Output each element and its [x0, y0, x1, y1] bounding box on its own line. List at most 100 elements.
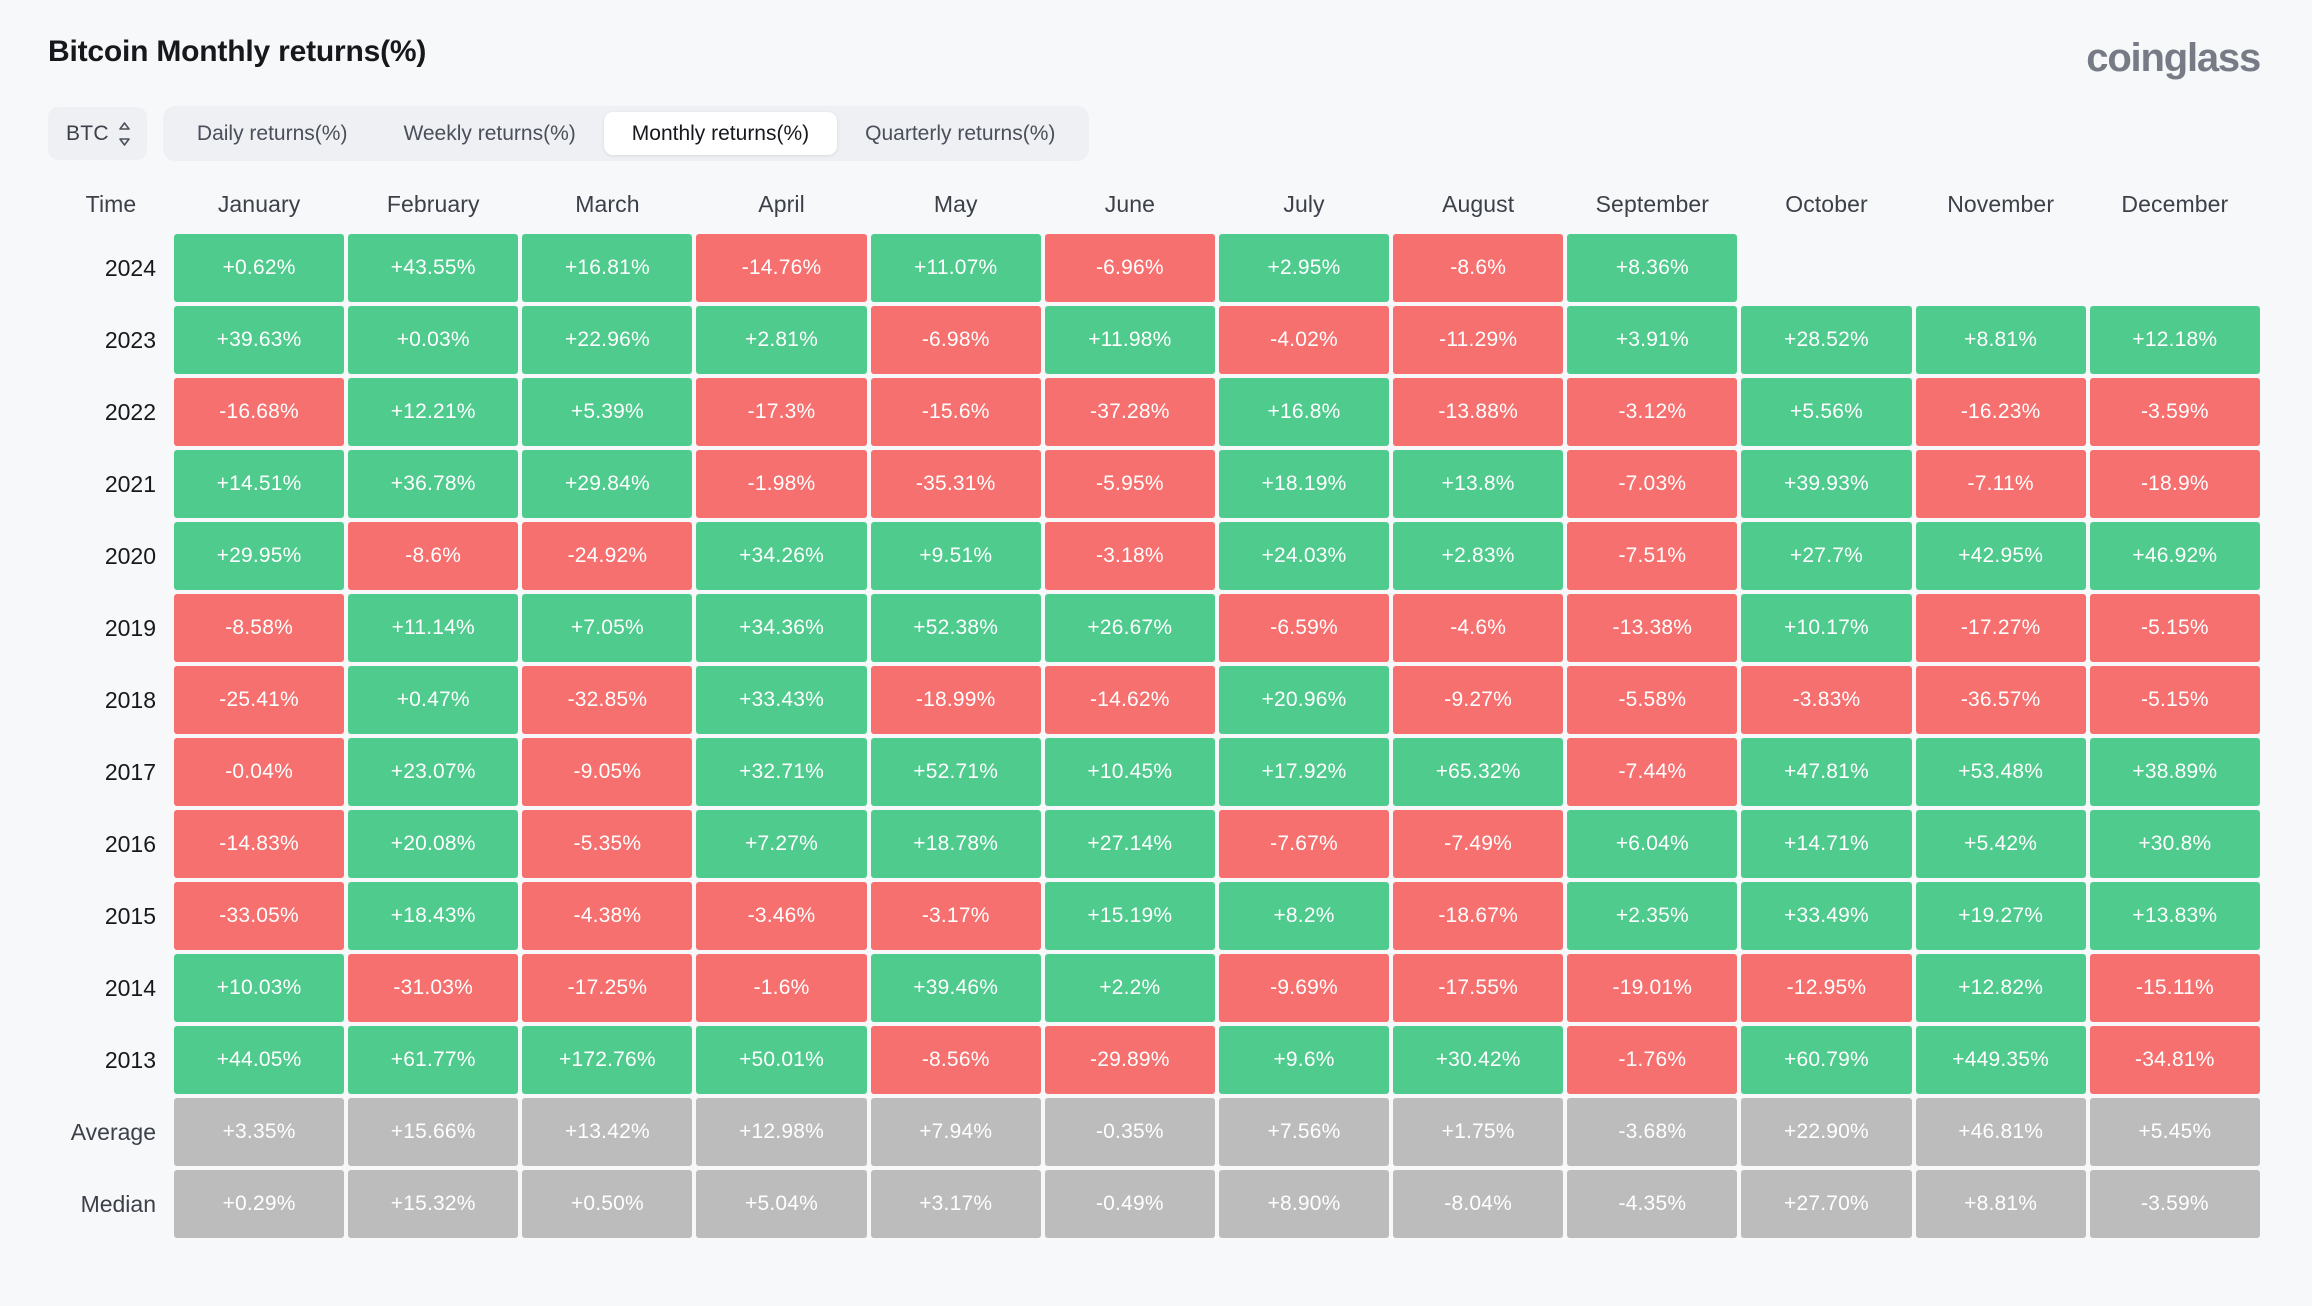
- return-cell: +11.98%: [1044, 306, 1215, 374]
- return-cell: +26.67%: [1044, 594, 1215, 662]
- row-label-stat: Median: [80, 1190, 156, 1217]
- return-cell: -15.11%: [2089, 954, 2260, 1022]
- return-cell: +5.45%: [2089, 1098, 2260, 1166]
- return-cell: +0.62%: [174, 234, 345, 302]
- row-label-year: 2022: [104, 398, 156, 425]
- return-cell-empty: [2090, 234, 2260, 302]
- symbol-selector[interactable]: BTC: [48, 107, 147, 160]
- column-header-january: January: [217, 191, 301, 217]
- return-cell: +16.8%: [1218, 378, 1390, 446]
- return-cell: -9.27%: [1393, 666, 1564, 734]
- return-cell: -15.6%: [870, 378, 1041, 446]
- return-cell: -17.55%: [1393, 954, 1564, 1022]
- return-cell: +14.71%: [1741, 810, 1912, 878]
- table-row: 2023 +39.63% +0.03% +22.96% +2.81% -6.98% +11.…: [52, 306, 2260, 374]
- column-header-october: October: [1785, 191, 1868, 217]
- returns-period-tabs: Daily returns(%) Weekly returns(%) Month…: [162, 106, 1090, 161]
- row-label-year: 2013: [104, 1046, 156, 1073]
- return-cell: -5.15%: [2089, 594, 2260, 662]
- return-cell: +29.95%: [174, 522, 345, 590]
- tab-weekly-returns[interactable]: Weekly returns(%): [375, 112, 603, 155]
- return-cell: +36.78%: [348, 450, 519, 518]
- return-cell: +5.39%: [522, 378, 693, 446]
- return-cell: +8.81%: [1915, 1170, 2086, 1238]
- return-cell: +19.27%: [1915, 882, 2086, 950]
- return-cell: +27.70%: [1741, 1170, 1912, 1238]
- return-cell: +0.03%: [348, 306, 519, 374]
- return-cell: -7.03%: [1567, 450, 1738, 518]
- return-cell: -7.11%: [1915, 450, 2086, 518]
- coinglass-logo: coinglass: [2086, 36, 2261, 80]
- return-cell: +5.04%: [696, 1170, 867, 1238]
- return-cell: -7.49%: [1393, 810, 1564, 878]
- return-cell: -16.68%: [174, 378, 345, 446]
- return-cell: +22.96%: [522, 306, 693, 374]
- return-cell: -8.6%: [1393, 234, 1564, 302]
- return-cell: +38.89%: [2089, 738, 2260, 806]
- return-cell: -3.59%: [2089, 378, 2260, 446]
- returns-table-container: Time January February March April May June July…: [48, 161, 2264, 1242]
- return-cell: +29.84%: [522, 450, 693, 518]
- return-cell: +3.17%: [870, 1170, 1041, 1238]
- return-cell: +14.51%: [174, 450, 345, 518]
- return-cell: +2.2%: [1044, 954, 1215, 1022]
- return-cell: -5.35%: [522, 810, 693, 878]
- table-row: 2015 -33.05% +18.43% -4.38% -3.46% -3.17% +15.…: [52, 882, 2260, 950]
- return-cell: +5.56%: [1741, 378, 1912, 446]
- bitcoin-monthly-returns-page: Bitcoin Monthly returns(%) coinglass BTC…: [0, 0, 2312, 1306]
- return-cell: -1.98%: [696, 450, 867, 518]
- return-cell: +11.07%: [870, 234, 1041, 302]
- column-header-may: May: [933, 191, 978, 217]
- return-cell: -3.83%: [1741, 666, 1912, 734]
- symbol-selector-label: BTC: [66, 121, 109, 145]
- return-cell: -17.27%: [1915, 594, 2086, 662]
- return-cell-empty: [1741, 234, 1911, 302]
- row-label-year: 2016: [104, 830, 156, 857]
- row-label-year: 2021: [104, 470, 156, 497]
- return-cell: -3.17%: [870, 882, 1041, 950]
- row-label-year: 2019: [104, 614, 156, 641]
- return-cell: -0.35%: [1044, 1098, 1215, 1166]
- return-cell: +47.81%: [1741, 738, 1912, 806]
- return-cell: -37.28%: [1044, 378, 1215, 446]
- page-title: Bitcoin Monthly returns(%): [48, 35, 427, 68]
- return-cell: +9.51%: [870, 522, 1041, 590]
- return-cell: -8.58%: [174, 594, 345, 662]
- table-row: 2022 -16.68% +12.21% +5.39% -17.3% -15.6% -37.…: [52, 378, 2260, 446]
- table-row: 2017 -0.04% +23.07% -9.05% +32.71% +52.71% +10…: [52, 738, 2260, 806]
- return-cell: +7.27%: [696, 810, 867, 878]
- return-cell: +33.49%: [1741, 882, 1912, 950]
- return-cell: +27.7%: [1741, 522, 1912, 590]
- return-cell: -9.05%: [522, 738, 693, 806]
- return-cell: +52.38%: [870, 594, 1041, 662]
- row-label-year: 2018: [104, 686, 156, 713]
- return-cell: +13.83%: [2089, 882, 2260, 950]
- return-cell: -14.83%: [174, 810, 345, 878]
- return-cell: +0.29%: [174, 1170, 345, 1238]
- return-cell: +2.95%: [1218, 234, 1390, 302]
- return-cell: -5.58%: [1567, 666, 1738, 734]
- return-cell: -6.96%: [1044, 234, 1215, 302]
- return-cell: -19.01%: [1567, 954, 1738, 1022]
- return-cell: -4.35%: [1567, 1170, 1738, 1238]
- return-cell: +39.63%: [174, 306, 345, 374]
- tab-quarterly-returns[interactable]: Quarterly returns(%): [837, 112, 1083, 155]
- return-cell: -18.99%: [870, 666, 1041, 734]
- return-cell: +449.35%: [1915, 1026, 2086, 1094]
- row-label-stat: Average: [70, 1118, 156, 1145]
- column-header-august: August: [1442, 191, 1515, 217]
- tab-monthly-returns[interactable]: Monthly returns(%): [603, 112, 838, 155]
- return-cell: -4.6%: [1393, 594, 1564, 662]
- return-cell: -6.98%: [870, 306, 1041, 374]
- return-cell: +15.32%: [348, 1170, 519, 1238]
- tab-daily-returns[interactable]: Daily returns(%): [169, 112, 376, 155]
- table-header-row: Time January February March April May June July…: [52, 183, 2260, 230]
- row-label-year: 2020: [104, 542, 156, 569]
- return-cell: +28.52%: [1741, 306, 1912, 374]
- return-cell: +52.71%: [870, 738, 1041, 806]
- column-header-time: Time: [85, 191, 137, 217]
- return-cell: +18.43%: [348, 882, 519, 950]
- return-cell: +10.45%: [1044, 738, 1215, 806]
- return-cell: -36.57%: [1915, 666, 2086, 734]
- return-cell: +43.55%: [348, 234, 519, 302]
